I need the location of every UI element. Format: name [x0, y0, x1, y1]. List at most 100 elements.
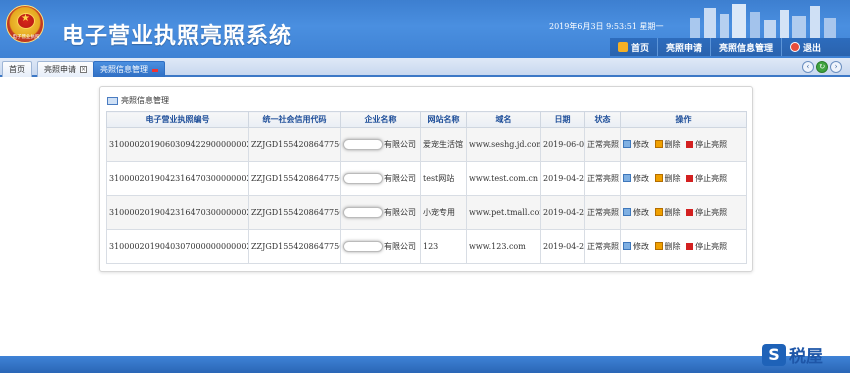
edit-label: 修改 [633, 173, 649, 183]
license-table: 电子营业执照编号 统一社会信用代码 企业名称 网站名称 域名 日期 状态 操作 … [106, 111, 747, 264]
stop-button[interactable]: 停止亮照 [686, 173, 727, 184]
table-row: 31000020190423164703000000021109 ZZJGD15… [106, 161, 747, 196]
refresh-icon[interactable]: ↻ [816, 61, 828, 73]
company-cell: 有限公司 [340, 127, 421, 162]
tab-bar: 首页 亮照申请 × 亮照信息管理 ‹ ↻ › [0, 58, 850, 77]
col-date: 日期 [540, 111, 585, 128]
prev-tab-icon[interactable]: ‹ [802, 61, 814, 73]
power-icon [790, 42, 801, 52]
tab-manage[interactable]: 亮照信息管理 [93, 61, 165, 77]
tab-apply[interactable]: 亮照申请 × [37, 61, 94, 77]
edit-icon [623, 140, 631, 149]
site-name-cell: 123 [420, 229, 467, 264]
edit-icon [623, 208, 631, 217]
credit-code-cell: ZZJGD1554208647750 [248, 161, 341, 196]
col-domain: 域名 [466, 111, 541, 128]
delete-button[interactable]: 删除 [654, 139, 681, 150]
status-cell: 正常亮照 [584, 229, 621, 264]
domain-cell: www.123.com [466, 229, 541, 264]
delete-label: 删除 [664, 173, 681, 183]
app-header: ★ 电子营业执照 电子营业执照亮照系统 2019年6月3日 9:53:51 星期… [0, 0, 850, 58]
table-row: 31000020190423164703000000021109 ZZJGD15… [106, 195, 747, 230]
edit-label: 修改 [633, 207, 649, 217]
col-status: 状态 [584, 111, 621, 128]
site-name-cell: 小宠专用 [420, 195, 467, 230]
delete-button[interactable]: 删除 [654, 207, 681, 218]
app-title: 电子营业执照亮照系统 [62, 24, 293, 49]
watermark-text: 税屋 [789, 347, 823, 367]
actions-cell: 修改 删除 停止亮照 [620, 229, 747, 264]
watermark-logo-icon: S [762, 343, 786, 366]
company-cell: 有限公司 [340, 229, 421, 264]
delete-label: 删除 [664, 207, 681, 217]
close-icon[interactable] [152, 68, 158, 72]
company-cell: 有限公司 [340, 195, 421, 230]
delete-button[interactable]: 删除 [654, 173, 681, 184]
edit-button[interactable]: 修改 [623, 241, 649, 252]
management-panel: 亮照信息管理 电子营业执照编号 统一社会信用代码 企业名称 网站名称 域名 日期… [99, 86, 753, 272]
actions-cell: 修改 删除 停止亮照 [620, 127, 747, 162]
next-tab-icon[interactable]: › [830, 61, 842, 73]
status-cell: 正常亮照 [584, 161, 621, 196]
emblem-text: 电子营业执照 [12, 34, 40, 40]
datetime: 2019年6月3日 9:53:51 星期一 [549, 22, 664, 31]
footer-bar [0, 356, 850, 373]
nav-home[interactable]: 首页 [610, 38, 659, 56]
license-no-cell: 31000020190423164703000000021109 [106, 195, 249, 230]
tab-home-label: 首页 [9, 65, 25, 74]
company-suffix: 有限公司 [384, 139, 416, 149]
license-no-cell: 31000020190403070000000000020882 [106, 229, 249, 264]
edit-icon [623, 242, 631, 251]
delete-icon [654, 140, 663, 149]
credit-code-cell: ZZJGD1554208647750 [248, 229, 341, 264]
license-no-cell: 31000020190603094229000000022748 [106, 127, 249, 162]
col-actions: 操作 [620, 111, 747, 128]
home-icon [618, 42, 628, 52]
national-emblem-logo: ★ 电子营业执照 [6, 5, 44, 43]
tab-manage-label: 亮照信息管理 [100, 65, 148, 74]
delete-button[interactable]: 删除 [654, 241, 681, 252]
tab-home[interactable]: 首页 [2, 61, 32, 77]
domain-cell: www.seshg.jd.com [466, 127, 541, 162]
redaction-blur [343, 241, 383, 253]
table-row: 31000020190403070000000000020882 ZZJGD15… [106, 229, 747, 264]
nav-apply-label: 亮照申请 [666, 43, 703, 54]
stop-label: 停止亮照 [695, 174, 728, 184]
redaction-blur [343, 173, 383, 185]
stop-button[interactable]: 停止亮照 [686, 241, 727, 252]
date-cell: 2019-04-24 [540, 195, 585, 230]
delete-label: 删除 [664, 241, 681, 251]
main-nav: 首页 亮照申请 亮照信息管理 退出 [610, 38, 850, 56]
col-site-name: 网站名称 [420, 111, 467, 128]
edit-button[interactable]: 修改 [623, 173, 649, 184]
close-icon[interactable]: × [80, 66, 87, 73]
tab-tools: ‹ ↻ › [802, 61, 842, 73]
nav-logout[interactable]: 退出 [782, 38, 829, 56]
stop-icon [686, 141, 694, 149]
stop-icon [686, 175, 694, 183]
status-cell: 正常亮照 [584, 127, 621, 162]
stop-icon [686, 243, 694, 251]
nav-apply[interactable]: 亮照申请 [658, 38, 712, 56]
stop-label: 停止亮照 [695, 140, 728, 150]
nav-manage-label: 亮照信息管理 [719, 43, 774, 54]
stop-label: 停止亮照 [695, 208, 728, 218]
edit-button[interactable]: 修改 [623, 207, 649, 218]
credit-code-cell: ZZJGD1554208647750 [248, 127, 341, 162]
company-suffix: 有限公司 [384, 241, 416, 251]
stop-button[interactable]: 停止亮照 [686, 207, 727, 218]
col-license-no: 电子营业执照编号 [106, 111, 249, 128]
site-name-cell: 爱宠生活馆 [420, 127, 467, 162]
edit-label: 修改 [633, 139, 649, 149]
date-cell: 2019-04-24 [540, 229, 585, 264]
delete-icon [654, 208, 663, 217]
nav-manage[interactable]: 亮照信息管理 [711, 38, 783, 56]
edit-button[interactable]: 修改 [623, 139, 649, 150]
panel-title-text: 亮照信息管理 [121, 96, 169, 105]
skyline-illustration [690, 4, 836, 38]
company-cell: 有限公司 [340, 161, 421, 196]
nav-home-label: 首页 [631, 43, 650, 54]
date-cell: 2019-04-24 [540, 161, 585, 196]
stop-button[interactable]: 停止亮照 [686, 139, 727, 150]
actions-cell: 修改 删除 停止亮照 [620, 195, 747, 230]
